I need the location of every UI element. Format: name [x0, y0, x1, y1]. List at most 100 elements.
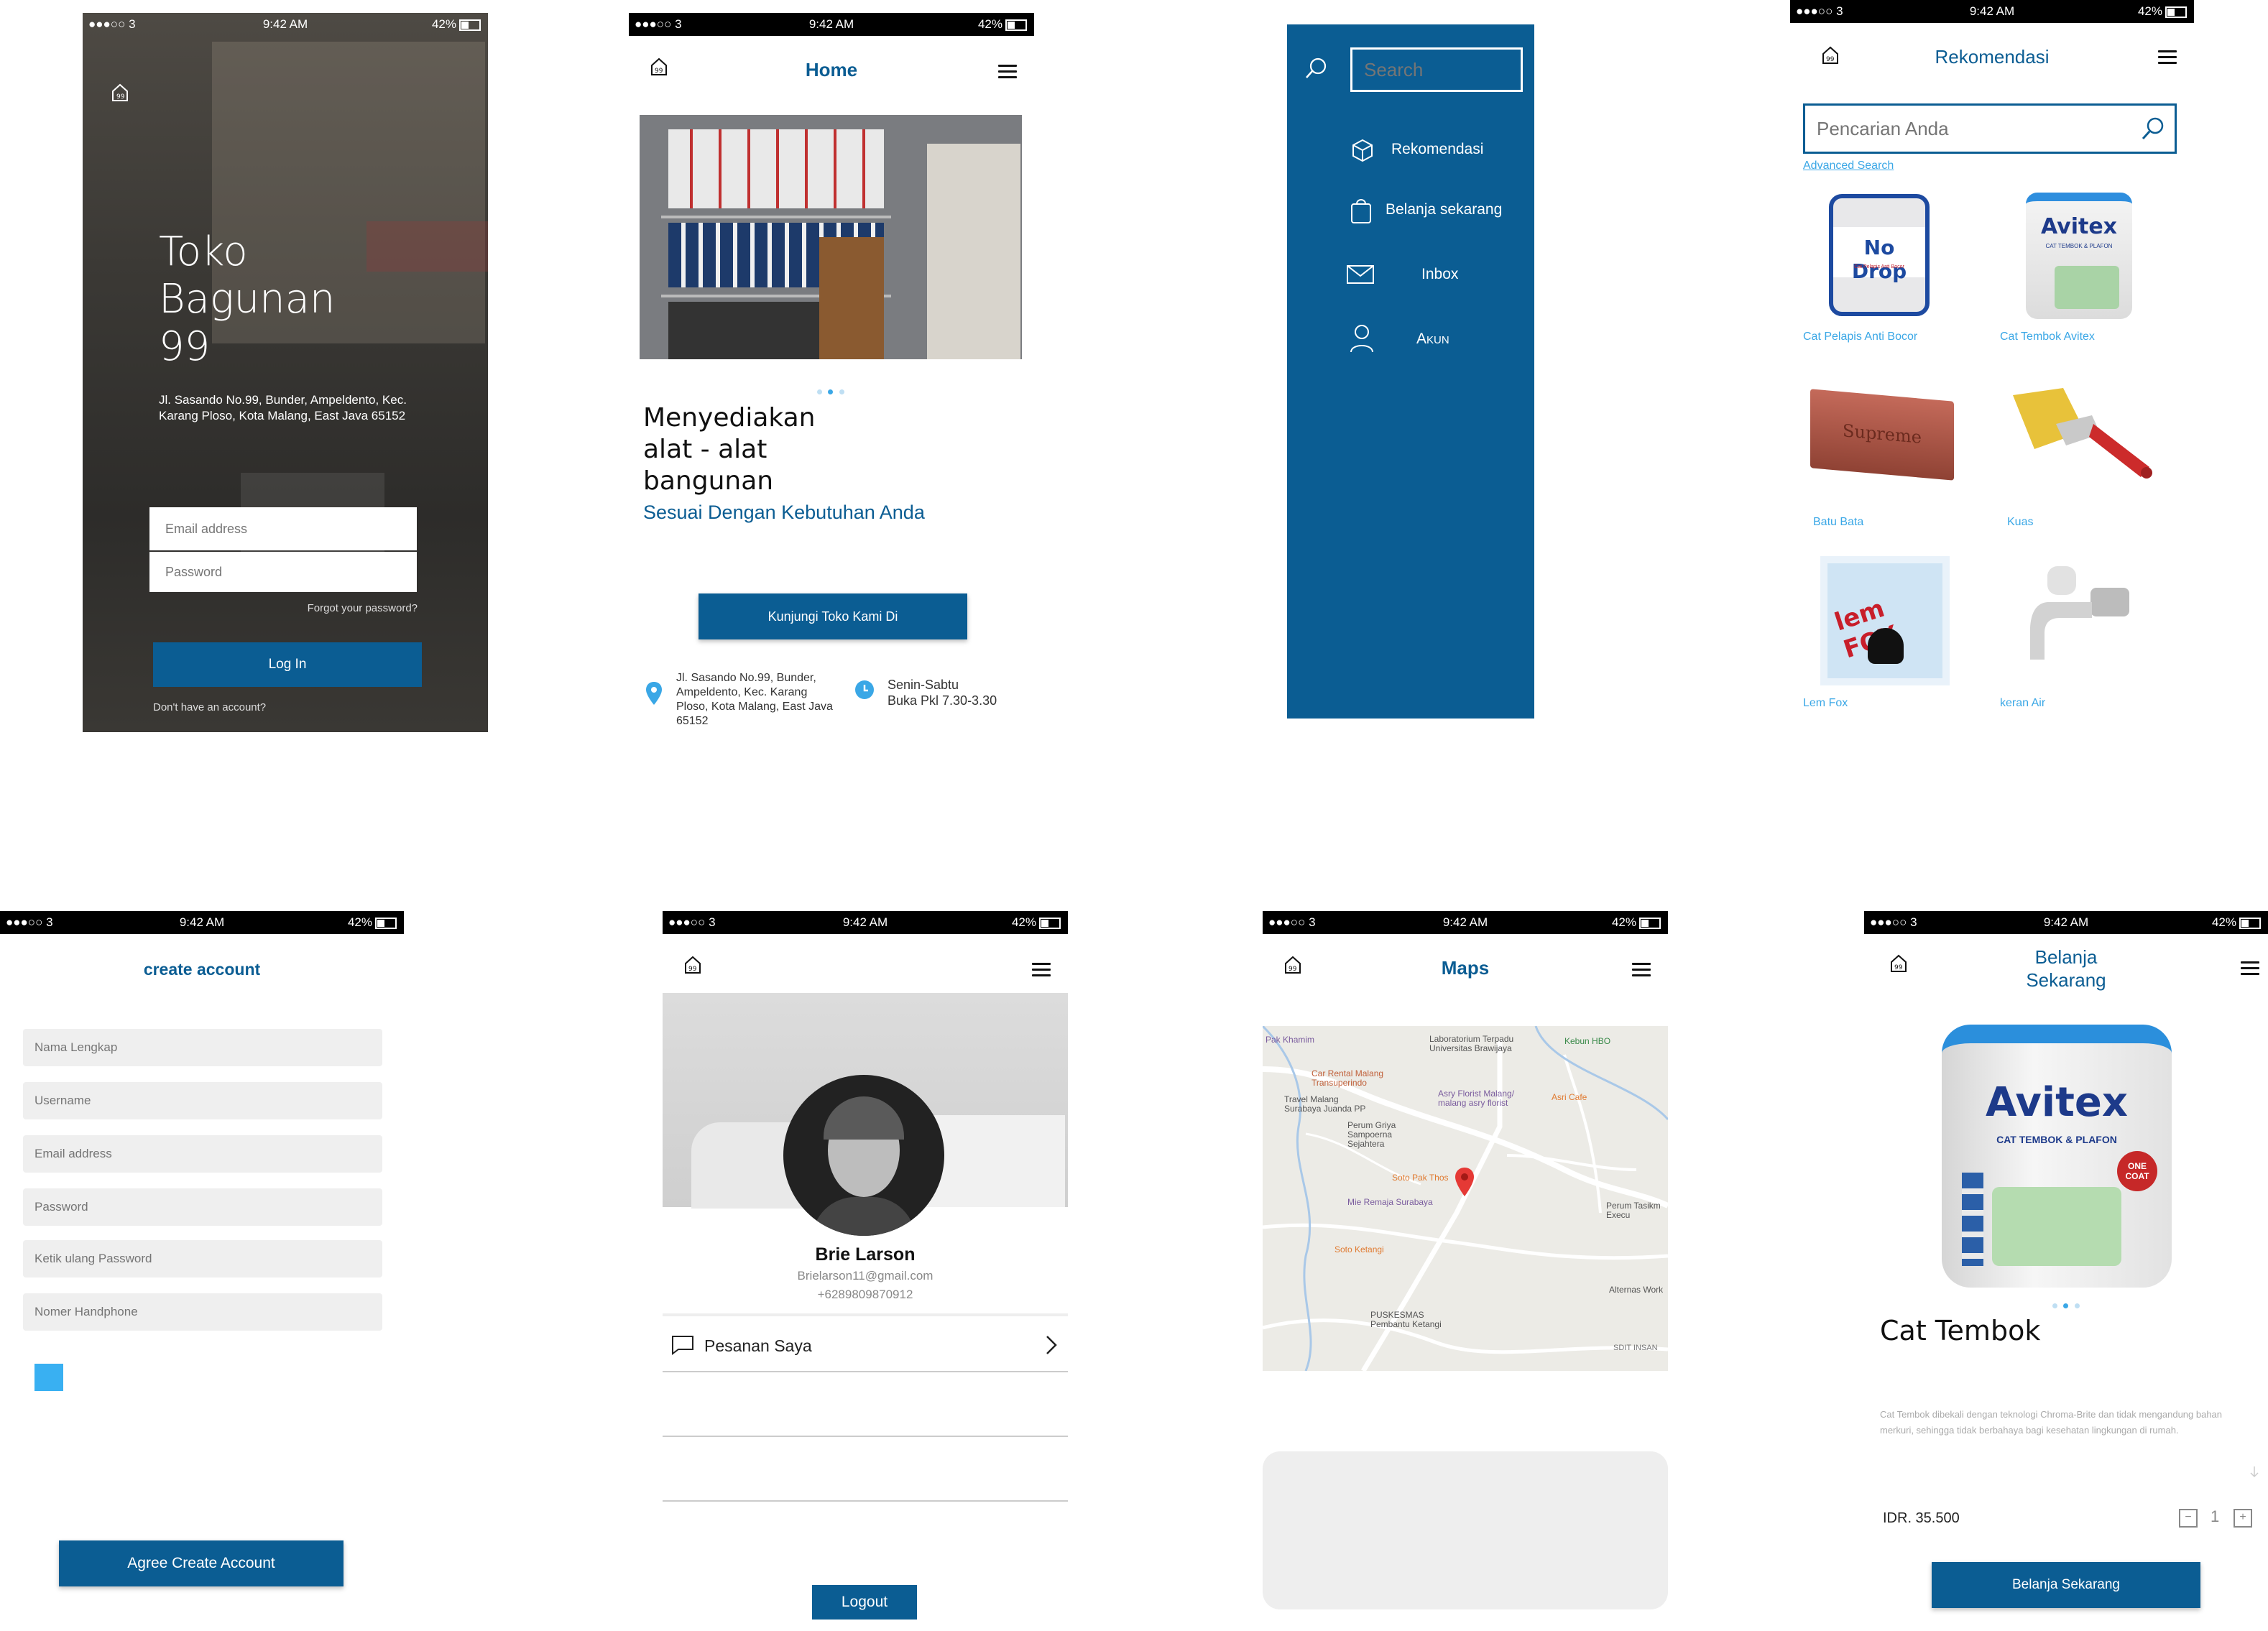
title-line: Toko: [159, 228, 248, 275]
store-title: Toko Bagunan 99: [159, 228, 335, 371]
dot-active[interactable]: [2063, 1303, 2069, 1308]
qty-increase-button[interactable]: +: [2234, 1509, 2252, 1528]
product-card[interactable]: keran Air: [2000, 552, 2180, 717]
forgot-password-link[interactable]: Forgot your password?: [308, 602, 418, 614]
menu-icon[interactable]: [1632, 963, 1651, 977]
menu-icon[interactable]: [2241, 961, 2259, 976]
qty-value: 1: [2211, 1507, 2220, 1525]
product-price: IDR. 35.500: [1883, 1510, 1960, 1526]
password-field[interactable]: [23, 1188, 382, 1226]
product-card[interactable]: lem FOX Lem Fox: [1803, 552, 1983, 717]
menu-item-belanja[interactable]: Belanja sekarang: [1287, 187, 1534, 230]
status-bar: ●●●○○ 3 9:42 AM 42%: [83, 13, 488, 36]
arrow-down-icon: [2250, 1466, 2259, 1478]
product-card[interactable]: Supreme Batu Bata: [1803, 374, 1983, 539]
product-description: Cat Tembok dibekali dengan teknologi Chr…: [1880, 1409, 2223, 1436]
logout-button[interactable]: Logout: [812, 1585, 917, 1620]
product-image: Supreme: [1810, 389, 1954, 481]
map-label: PUSKESMAS Pembantu Ketangi: [1370, 1310, 1442, 1329]
login-button[interactable]: Log In: [153, 642, 422, 687]
carousel-dots: [817, 385, 844, 398]
menu-item-akun[interactable]: Akun: [1287, 316, 1534, 359]
email-field[interactable]: [23, 1135, 382, 1173]
signup-link[interactable]: Don't have an account?: [153, 701, 266, 713]
menu-icon[interactable]: [998, 65, 1017, 79]
qty-decrease-button[interactable]: −: [2179, 1509, 2198, 1528]
buy-now-button[interactable]: Belanja Sekarang: [1932, 1562, 2200, 1608]
profile-phone: +6289809870912: [817, 1288, 913, 1301]
status-bar: ●●●○○ 3 9:42 AM 42%: [0, 911, 404, 934]
product-image: lem FOX: [1820, 556, 1950, 685]
dot[interactable]: [817, 389, 822, 394]
advanced-search-link[interactable]: Advanced Search: [1803, 160, 1894, 172]
confirm-password-field[interactable]: [23, 1240, 382, 1277]
avatar[interactable]: [783, 1075, 944, 1236]
search-input[interactable]: [1805, 106, 2144, 152]
map-label: Car Rental Malang Transuperindo: [1312, 1068, 1384, 1088]
home-screen: ●●●○○ 3 9:42 AM 42% 99 Home Menyediakan …: [629, 13, 1034, 732]
clock-text: 9:42 AM: [808, 17, 854, 31]
product-label: Kuas: [2007, 516, 2034, 528]
email-field[interactable]: [149, 507, 417, 550]
orders-row[interactable]: Pesanan Saya: [663, 1313, 1068, 1372]
dot[interactable]: [2052, 1303, 2057, 1308]
battery-text: 42%: [2137, 4, 2162, 18]
shopping-bag-icon: [1351, 199, 1371, 223]
menu-item-label: Inbox: [1421, 266, 1459, 282]
mail-icon: [1347, 265, 1374, 284]
menu-item-label: Belanja sekarang: [1386, 201, 1503, 218]
orders-label: Pesanan Saya: [704, 1336, 812, 1355]
product-image: Avitex CAT TEMBOK & PLAFON: [2026, 193, 2132, 319]
map-label: Travel Malang Surabaya Juanda PP: [1284, 1094, 1366, 1114]
menu-icon[interactable]: [2158, 50, 2177, 65]
username-field[interactable]: [23, 1082, 382, 1119]
page-title: Rekomendasi: [1935, 46, 2050, 68]
clock-text: 9:42 AM: [2043, 915, 2089, 929]
menu-search-input[interactable]: [1350, 47, 1523, 92]
battery-text: 42%: [347, 915, 372, 929]
menu-item-rekomendasi[interactable]: Rekomendasi: [1287, 126, 1534, 170]
profile-screen: ●●●○○ 3 9:42 AM 42% 99 Brie Larson Briel…: [663, 911, 1068, 1630]
search-icon[interactable]: [2140, 116, 2166, 142]
password-field[interactable]: [149, 552, 417, 592]
battery-indicator: 42%: [2138, 4, 2187, 19]
clock-text: 9:42 AM: [842, 915, 888, 929]
product-card[interactable]: Avitex CAT TEMBOK & PLAFON Cat Tembok Av…: [2000, 188, 2180, 354]
product-card[interactable]: Kuas: [2000, 374, 2180, 539]
search-icon[interactable]: [1304, 56, 1329, 80]
visit-store-button[interactable]: Kunjungi Toko Kami Di: [699, 593, 967, 639]
carousel-dots: [2052, 1299, 2080, 1312]
battery-text: 42%: [977, 17, 1002, 31]
product-card[interactable]: No Drop Cat Pelapis Anti Bocor Cat Pelap…: [1803, 188, 1983, 354]
phone-field[interactable]: [23, 1293, 382, 1331]
agree-checkbox[interactable]: [34, 1364, 63, 1391]
product-label: Cat Tembok Avitex: [2000, 331, 2095, 343]
battery-icon: [2165, 6, 2187, 18]
clock-icon: [855, 680, 874, 699]
clock-text: 9:42 AM: [1969, 4, 2015, 18]
menu-item-inbox[interactable]: Inbox: [1287, 251, 1534, 295]
status-bar: ●●●○○ 3 9:42 AM 42%: [629, 13, 1034, 36]
dot-active[interactable]: [828, 389, 834, 394]
product-label: Lem Fox: [1803, 697, 1848, 709]
store-address: Jl. Sasando No.99, Bunder, Ampeldento, K…: [676, 672, 833, 727]
menu-icon[interactable]: [1032, 963, 1051, 977]
agree-create-account-button[interactable]: Agree Create Account: [59, 1540, 344, 1586]
hours-time: Buka Pkl 7.30-3.30: [888, 693, 997, 708]
title-line: Bagunan: [159, 276, 336, 323]
map-label: Alternas Work: [1609, 1285, 1664, 1295]
dot[interactable]: [839, 389, 844, 394]
page-title: Maps: [1441, 957, 1490, 979]
map-view[interactable]: Pak Khamim Laboratorium Terpadu Universi…: [1263, 1026, 1668, 1371]
svg-text:99: 99: [688, 966, 697, 973]
battery-indicator: 42%: [348, 915, 397, 930]
product-image: Avitex CAT TEMBOK & PLAFON ONE COAT: [1942, 1025, 2172, 1288]
map-label: Laboratorium Terpadu Universitas Brawija…: [1429, 1034, 1514, 1053]
store-logo-icon[interactable]: 99: [683, 954, 703, 974]
status-bar: ●●●○○ 3 9:42 AM 42%: [1263, 911, 1668, 934]
map-pin-icon[interactable]: [1454, 1167, 1475, 1197]
belanja-screen: ●●●○○ 3 9:42 AM 42% 99 Belanja Sekarang …: [1864, 911, 2268, 1630]
page-title: create account: [143, 960, 261, 979]
dot[interactable]: [2074, 1303, 2080, 1308]
fullname-field[interactable]: [23, 1029, 382, 1066]
